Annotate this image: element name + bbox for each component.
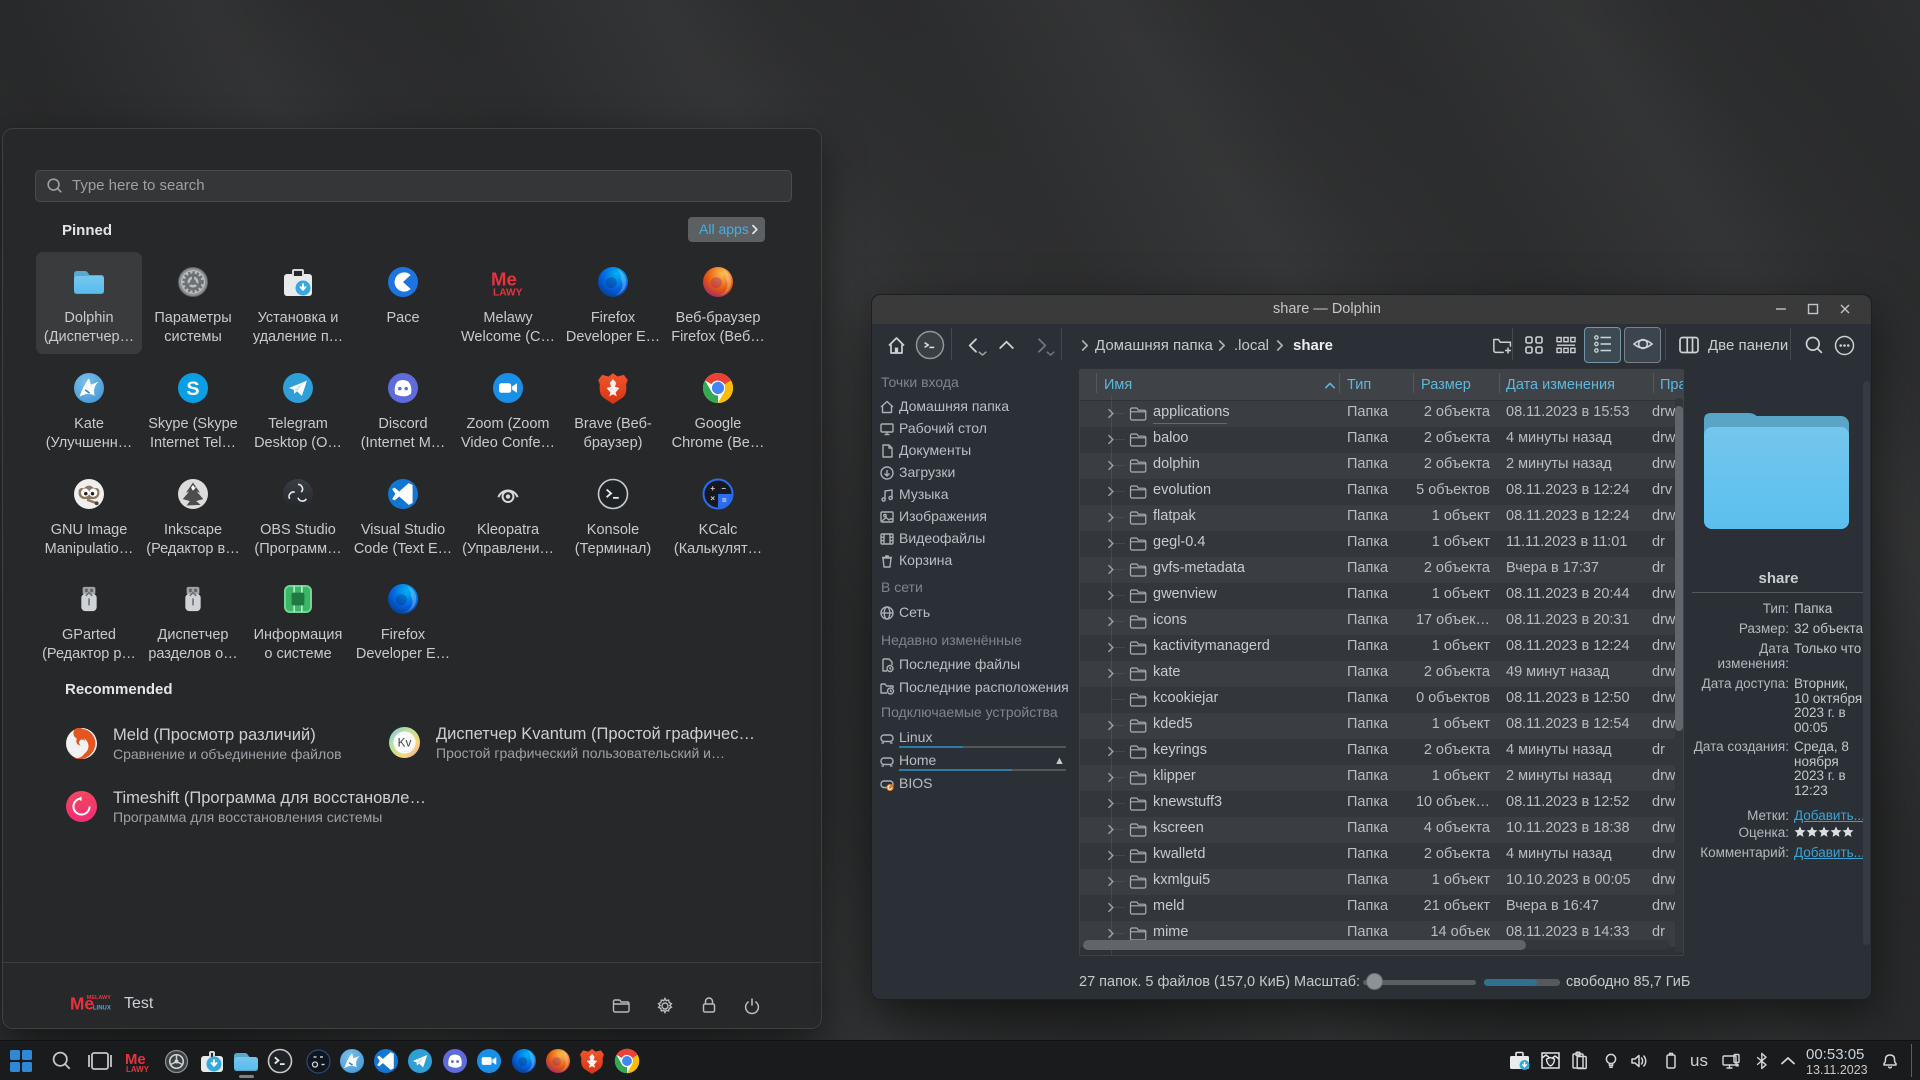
svg-text:+: +: [710, 483, 715, 492]
svg-text:LAWY: LAWY: [126, 1065, 150, 1073]
svg-text:LINUX: LINUX: [93, 1005, 111, 1011]
svg-text:Me: Me: [491, 269, 517, 290]
svg-text:×: ×: [710, 494, 715, 503]
svg-text:−: −: [721, 483, 726, 492]
svg-text:=: =: [722, 495, 727, 504]
svg-text:Kv: Kv: [397, 736, 411, 749]
svg-text:MELAWY: MELAWY: [87, 995, 112, 1001]
svg-text:S: S: [186, 378, 199, 400]
svg-text:LAWY: LAWY: [493, 288, 523, 298]
